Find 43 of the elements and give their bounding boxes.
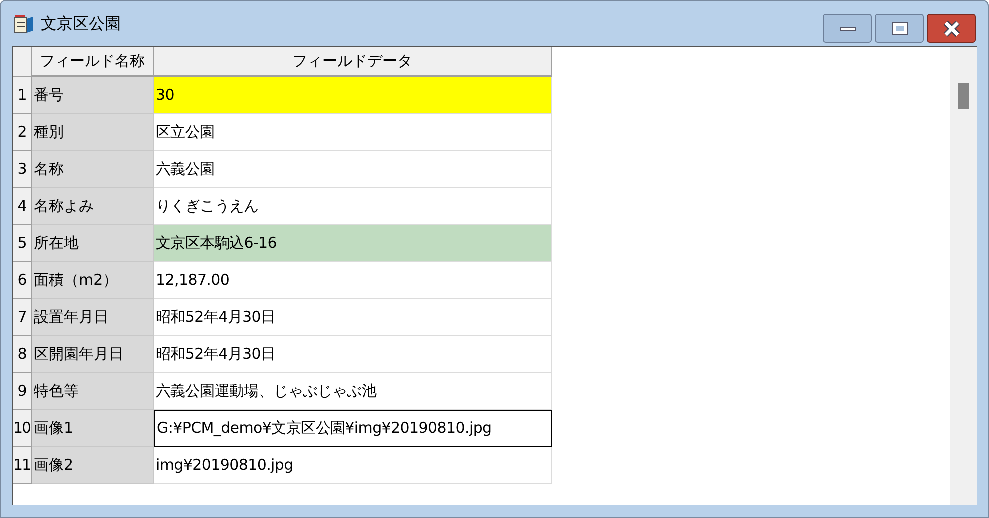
- field-value-cell[interactable]: 12,187.00: [154, 262, 552, 299]
- field-name-cell: 種別: [32, 114, 154, 151]
- field-name-cell: 画像2: [32, 447, 154, 484]
- row-header[interactable]: 4: [13, 188, 32, 225]
- row-header[interactable]: 7: [13, 299, 32, 336]
- field-name-cell: 番号: [32, 77, 154, 114]
- field-name-cell: 区開園年月日: [32, 336, 154, 373]
- row-header[interactable]: 9: [13, 373, 32, 410]
- maximize-button[interactable]: [875, 14, 924, 43]
- close-button[interactable]: [927, 14, 976, 43]
- row-header[interactable]: 10: [13, 410, 32, 447]
- field-name-cell: 名称: [32, 151, 154, 188]
- row-header[interactable]: 2: [13, 114, 32, 151]
- field-name-cell: 面積（m2）: [32, 262, 154, 299]
- field-value-cell[interactable]: 昭和52年4月30日: [154, 299, 552, 336]
- scrollbar-thumb[interactable]: [958, 83, 969, 109]
- field-value-cell[interactable]: 六義公園運動場、じゃぶじゃぶ池: [154, 373, 552, 410]
- field-name-cell: 所在地: [32, 225, 154, 262]
- row-header[interactable]: 5: [13, 225, 32, 262]
- row-header[interactable]: 8: [13, 336, 32, 373]
- field-value-cell[interactable]: 文京区本駒込6-16: [154, 225, 552, 262]
- field-value-cell[interactable]: img¥20190810.jpg: [154, 447, 552, 484]
- field-name-cell: 名称よみ: [32, 188, 154, 225]
- field-name-cell: 特色等: [32, 373, 154, 410]
- window-title: 文京区公園: [41, 12, 121, 34]
- row-header[interactable]: 1: [13, 77, 32, 114]
- column-header[interactable]: フィールドデータ: [154, 47, 552, 77]
- notebook-icon: [13, 14, 35, 34]
- field-name-cell: 画像1: [32, 410, 154, 447]
- column-header[interactable]: フィールド名称: [32, 47, 154, 77]
- corner-cell: [13, 47, 32, 77]
- field-value-cell[interactable]: 昭和52年4月30日: [154, 336, 552, 373]
- row-header[interactable]: 3: [13, 151, 32, 188]
- field-value-cell[interactable]: 30: [154, 77, 552, 114]
- row-header[interactable]: 11: [13, 447, 32, 484]
- field-value-cell[interactable]: 六義公園: [154, 151, 552, 188]
- field-value-cell[interactable]: 区立公園: [154, 114, 552, 151]
- field-value-cell[interactable]: りくぎこうえん: [154, 188, 552, 225]
- field-name-cell: 設置年月日: [32, 299, 154, 336]
- row-header[interactable]: 6: [13, 262, 32, 299]
- minimize-button[interactable]: [823, 14, 872, 43]
- close-icon: [942, 20, 960, 36]
- field-value-cell[interactable]: G:¥PCM_demo¥文京区公園¥img¥20190810.jpg: [154, 410, 552, 447]
